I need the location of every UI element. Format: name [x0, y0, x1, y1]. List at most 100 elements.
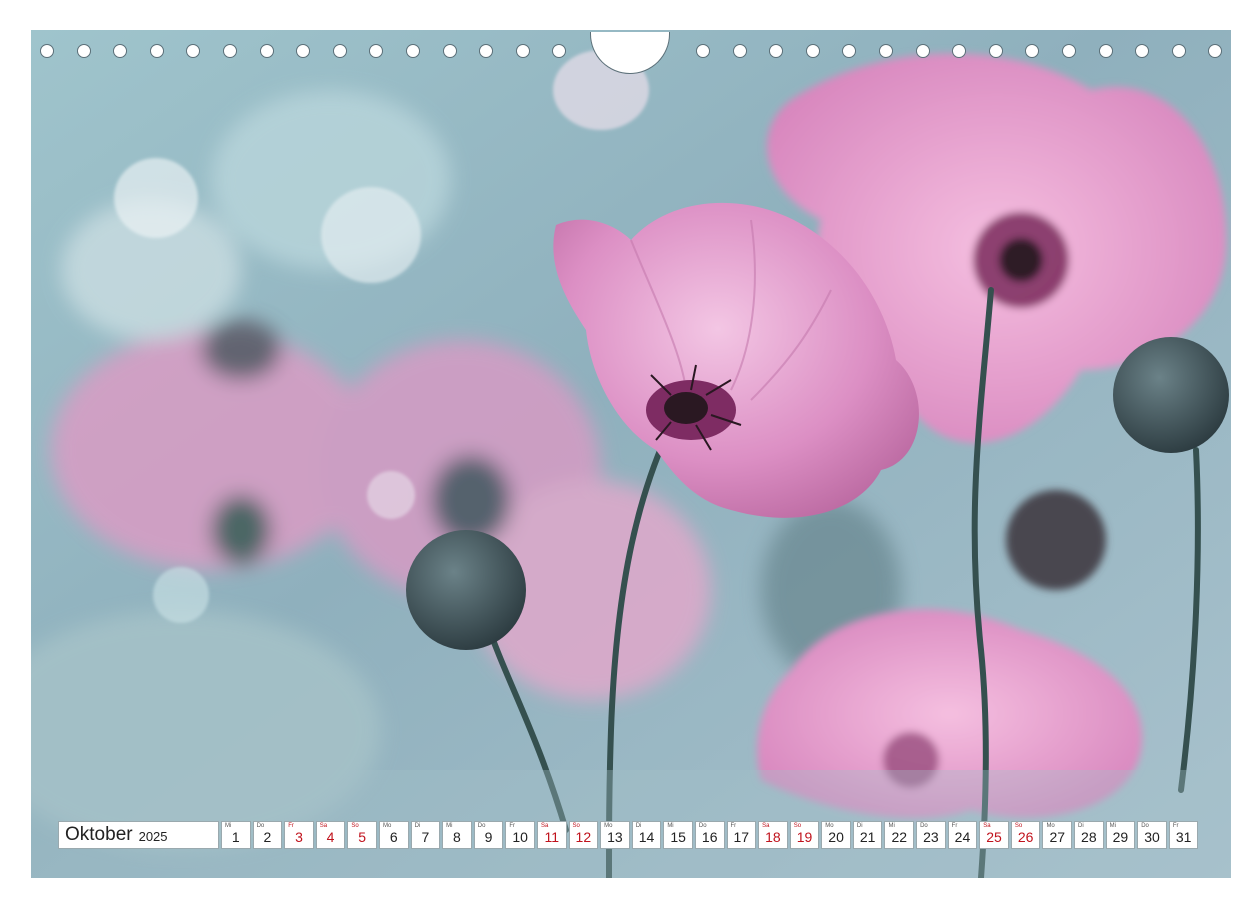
day-number: 11	[544, 829, 559, 845]
day-number: 26	[1017, 829, 1034, 845]
binding-hole	[1025, 44, 1040, 58]
day-cell: Fr 31	[1168, 821, 1199, 849]
binding-hole	[1135, 44, 1150, 58]
day-number: 14	[638, 829, 655, 845]
binding-hole	[732, 44, 747, 58]
day-cell: Sa 11	[536, 821, 567, 849]
day-number: 22	[891, 829, 908, 845]
day-number: 9	[484, 829, 493, 845]
day-number: 15	[670, 829, 686, 845]
binding-hole	[805, 44, 820, 58]
day-cell: Mi 22	[884, 821, 915, 849]
day-number: 23	[923, 829, 939, 845]
day-cell: Di 7	[410, 821, 441, 849]
binding-hole	[332, 44, 347, 58]
day-cell: Mi 1	[221, 821, 251, 849]
binding-hole	[552, 44, 567, 58]
binding-hole	[1098, 44, 1113, 58]
day-number: 24	[954, 829, 971, 845]
day-number: 5	[358, 829, 367, 845]
day-cells: Mi 1 Do 2 Fr 3 Sa 4 So 5 Mo 6 Di 7 Mi 8 Do 9 Fr 10 Sa 11 So 12 M…	[221, 821, 1200, 849]
binding-hole	[223, 44, 237, 58]
day-number: 2	[263, 829, 272, 845]
day-cell: Sa 4	[315, 821, 346, 849]
day-cell: Mi 29	[1105, 821, 1136, 849]
day-cell: Fr 17	[726, 821, 757, 849]
day-cell: Sa 18	[758, 821, 788, 849]
day-number: 31	[1175, 829, 1192, 845]
day-number: 27	[1049, 829, 1066, 845]
day-cell: So 12	[568, 821, 599, 849]
day-number: 6	[389, 829, 398, 845]
month-year: 2025	[138, 829, 168, 844]
day-cell: Do 30	[1137, 821, 1167, 849]
day-cell: Mi 15	[663, 821, 693, 849]
binding-hole	[442, 44, 457, 58]
day-number: 21	[859, 829, 876, 845]
day-number: 1	[231, 829, 240, 845]
calendar-photo	[31, 30, 1231, 878]
binding-hole	[76, 44, 91, 58]
day-number: 7	[421, 829, 430, 845]
binding-hole	[515, 44, 530, 58]
day-number: 18	[765, 829, 781, 845]
day-cell: Di 14	[631, 821, 662, 849]
day-number: 12	[575, 829, 592, 845]
binding-hole	[1062, 44, 1076, 58]
day-number: 20	[828, 829, 844, 845]
day-cell: Fr 24	[947, 821, 978, 849]
binding-holes	[0, 44, 1260, 64]
binding-hole	[1171, 44, 1186, 58]
binding-hole	[952, 44, 967, 58]
binding-hole	[842, 44, 857, 58]
day-cell: Mo 13	[600, 821, 630, 849]
day-cell: Di 21	[852, 821, 883, 849]
day-cell: Fr 3	[284, 821, 314, 849]
calendar-strip: Oktober 2025 Mi 1 Do 2 Fr 3 Sa 4 So 5 Mo 6 Di 7 Mi 8 Do 9…	[58, 821, 1200, 849]
day-cell: Mo 6	[378, 821, 409, 849]
day-cell: Mi 8	[442, 821, 472, 849]
day-number: 8	[453, 829, 461, 845]
binding-hole	[259, 44, 274, 58]
day-cell: So 26	[1010, 821, 1041, 849]
binding-hole	[186, 44, 201, 58]
day-cell: Do 2	[252, 821, 283, 849]
day-number: 10	[512, 829, 528, 845]
day-number: 4	[326, 829, 335, 845]
binding-hole	[769, 44, 784, 58]
binding-hole	[479, 44, 494, 58]
day-cell: Mo 27	[1042, 821, 1073, 849]
day-number: 25	[986, 829, 1002, 845]
day-cell: Sa 25	[979, 821, 1009, 849]
binding-hole	[696, 44, 710, 58]
day-cell: Do 23	[916, 821, 946, 849]
month-label-box: Oktober 2025	[58, 821, 219, 849]
day-number: 13	[607, 829, 623, 845]
day-number: 28	[1081, 829, 1097, 845]
binding-hole	[988, 44, 1003, 58]
day-number: 3	[295, 829, 303, 845]
day-cell: Di 28	[1074, 821, 1104, 849]
binding-hole	[149, 44, 164, 58]
day-cell: Do 16	[694, 821, 725, 849]
day-number: 29	[1112, 829, 1129, 845]
binding-hole	[879, 44, 893, 58]
day-cell: Do 9	[473, 821, 504, 849]
day-number: 16	[701, 829, 718, 845]
day-number: 30	[1144, 829, 1160, 845]
month-name: Oktober	[65, 824, 133, 845]
binding-hole	[369, 44, 384, 58]
binding-hole	[113, 44, 128, 58]
binding-hole	[406, 44, 420, 58]
poppy-photo-artwork	[31, 30, 1231, 878]
day-cell: So 5	[347, 821, 377, 849]
binding-hole	[40, 44, 54, 58]
day-cell: So 19	[789, 821, 820, 849]
binding-hole	[915, 44, 930, 58]
day-number: 17	[733, 829, 750, 845]
binding-hole	[296, 44, 311, 58]
binding-hole	[1208, 44, 1223, 58]
day-cell: Mo 20	[821, 821, 851, 849]
day-number: 19	[796, 829, 813, 845]
day-cell: Fr 10	[505, 821, 535, 849]
